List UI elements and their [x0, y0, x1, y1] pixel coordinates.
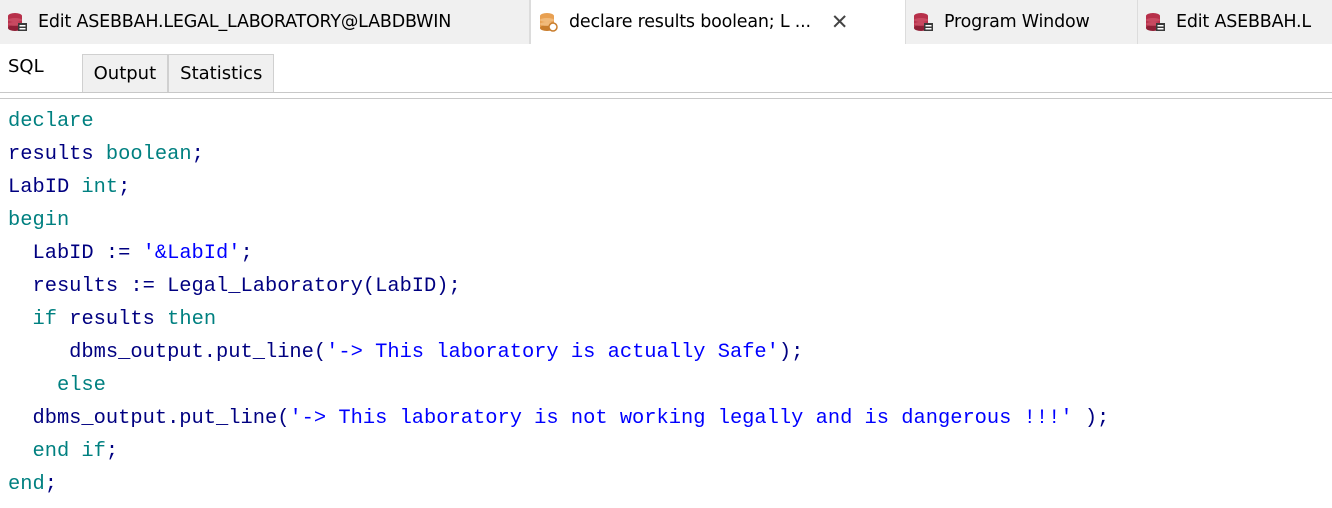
code-token: begin	[8, 209, 70, 232]
code-line: results boolean;	[8, 138, 1332, 171]
tab-output[interactable]: Output	[81, 54, 169, 92]
sql-window: Edit ASEBBAH.LEGAL_LABORATORY@LABDBWIN d…	[0, 0, 1332, 508]
tab-edit-asebbah[interactable]: Edit ASEBBAH.L	[1138, 0, 1332, 44]
code-token: end if	[32, 440, 106, 463]
tab-label: Program Window	[944, 12, 1090, 32]
code-line: else	[8, 369, 1332, 402]
tab-program-window[interactable]: Program Window	[906, 0, 1138, 44]
code-line: if results then	[8, 303, 1332, 336]
code-token: declare	[8, 110, 94, 133]
code-token: ;	[191, 143, 204, 166]
tab-label: Edit ASEBBAH.L	[1176, 12, 1311, 32]
database-edit-icon	[914, 13, 933, 31]
code-token: LabID	[8, 176, 82, 199]
code-token: ;	[44, 473, 57, 496]
code-line: LabID int;	[8, 171, 1332, 204]
result-tab-bar: SQL Output Statistics	[0, 52, 1332, 93]
close-tab-icon[interactable]: ✕	[831, 11, 849, 33]
sql-editor[interactable]: declare results boolean; LabID int; begin L…	[0, 98, 1332, 508]
code-token: ;	[105, 440, 119, 463]
tab-label: declare results boolean; L ...	[569, 12, 811, 32]
tab-sql[interactable]: SQL	[0, 52, 82, 92]
code-token: int	[81, 176, 119, 199]
database-edit-icon	[1146, 13, 1165, 31]
code-token: results := Legal_Laboratory(LabID);	[8, 275, 461, 298]
code-token: '&LabId'	[142, 242, 241, 265]
code-line: results := Legal_Laboratory(LabID);	[8, 270, 1332, 303]
code-token: '-> This laboratory is actually Safe'	[326, 341, 779, 364]
code-token: boolean	[105, 143, 192, 166]
code-token: );	[778, 341, 804, 364]
code-line: declare	[8, 105, 1332, 138]
code-token: LabID :=	[8, 242, 143, 265]
code-token: ;	[118, 176, 131, 199]
code-token: dbms_output.put_line(	[8, 407, 290, 430]
tab-label: Edit ASEBBAH.LEGAL_LABORATORY@LABDBWIN	[38, 12, 452, 32]
tab-declare-results[interactable]: declare results boolean; L ... ✕	[530, 0, 906, 44]
code-token: '-> This laboratory is not working legal…	[289, 407, 1073, 430]
code-line: LabID := '&LabId';	[8, 237, 1332, 270]
code-token: );	[1072, 407, 1110, 430]
code-token: ;	[240, 242, 253, 265]
code-line: dbms_output.put_line('-> This laboratory…	[8, 336, 1332, 369]
code-line: end;	[8, 468, 1332, 501]
code-token: if	[32, 308, 57, 331]
document-tab-bar: Edit ASEBBAH.LEGAL_LABORATORY@LABDBWIN d…	[0, 0, 1332, 44]
code-token: then	[167, 308, 217, 331]
code-line: end if;	[8, 435, 1332, 468]
tab-statistics[interactable]: Statistics	[168, 54, 275, 92]
code-text[interactable]: declare results boolean; LabID int; begin L…	[0, 99, 1332, 501]
code-token: results	[8, 143, 106, 166]
database-edit-icon	[8, 13, 27, 31]
sql-window-icon	[540, 13, 558, 32]
code-token: dbms_output.put_line(	[8, 341, 327, 364]
code-token: results	[56, 308, 168, 331]
tab-edit-legal-laboratory[interactable]: Edit ASEBBAH.LEGAL_LABORATORY@LABDBWIN	[0, 0, 530, 44]
code-line: dbms_output.put_line('-> This laboratory…	[8, 402, 1332, 435]
code-line: begin	[8, 204, 1332, 237]
code-token: end	[8, 473, 45, 496]
code-token: else	[56, 374, 106, 397]
